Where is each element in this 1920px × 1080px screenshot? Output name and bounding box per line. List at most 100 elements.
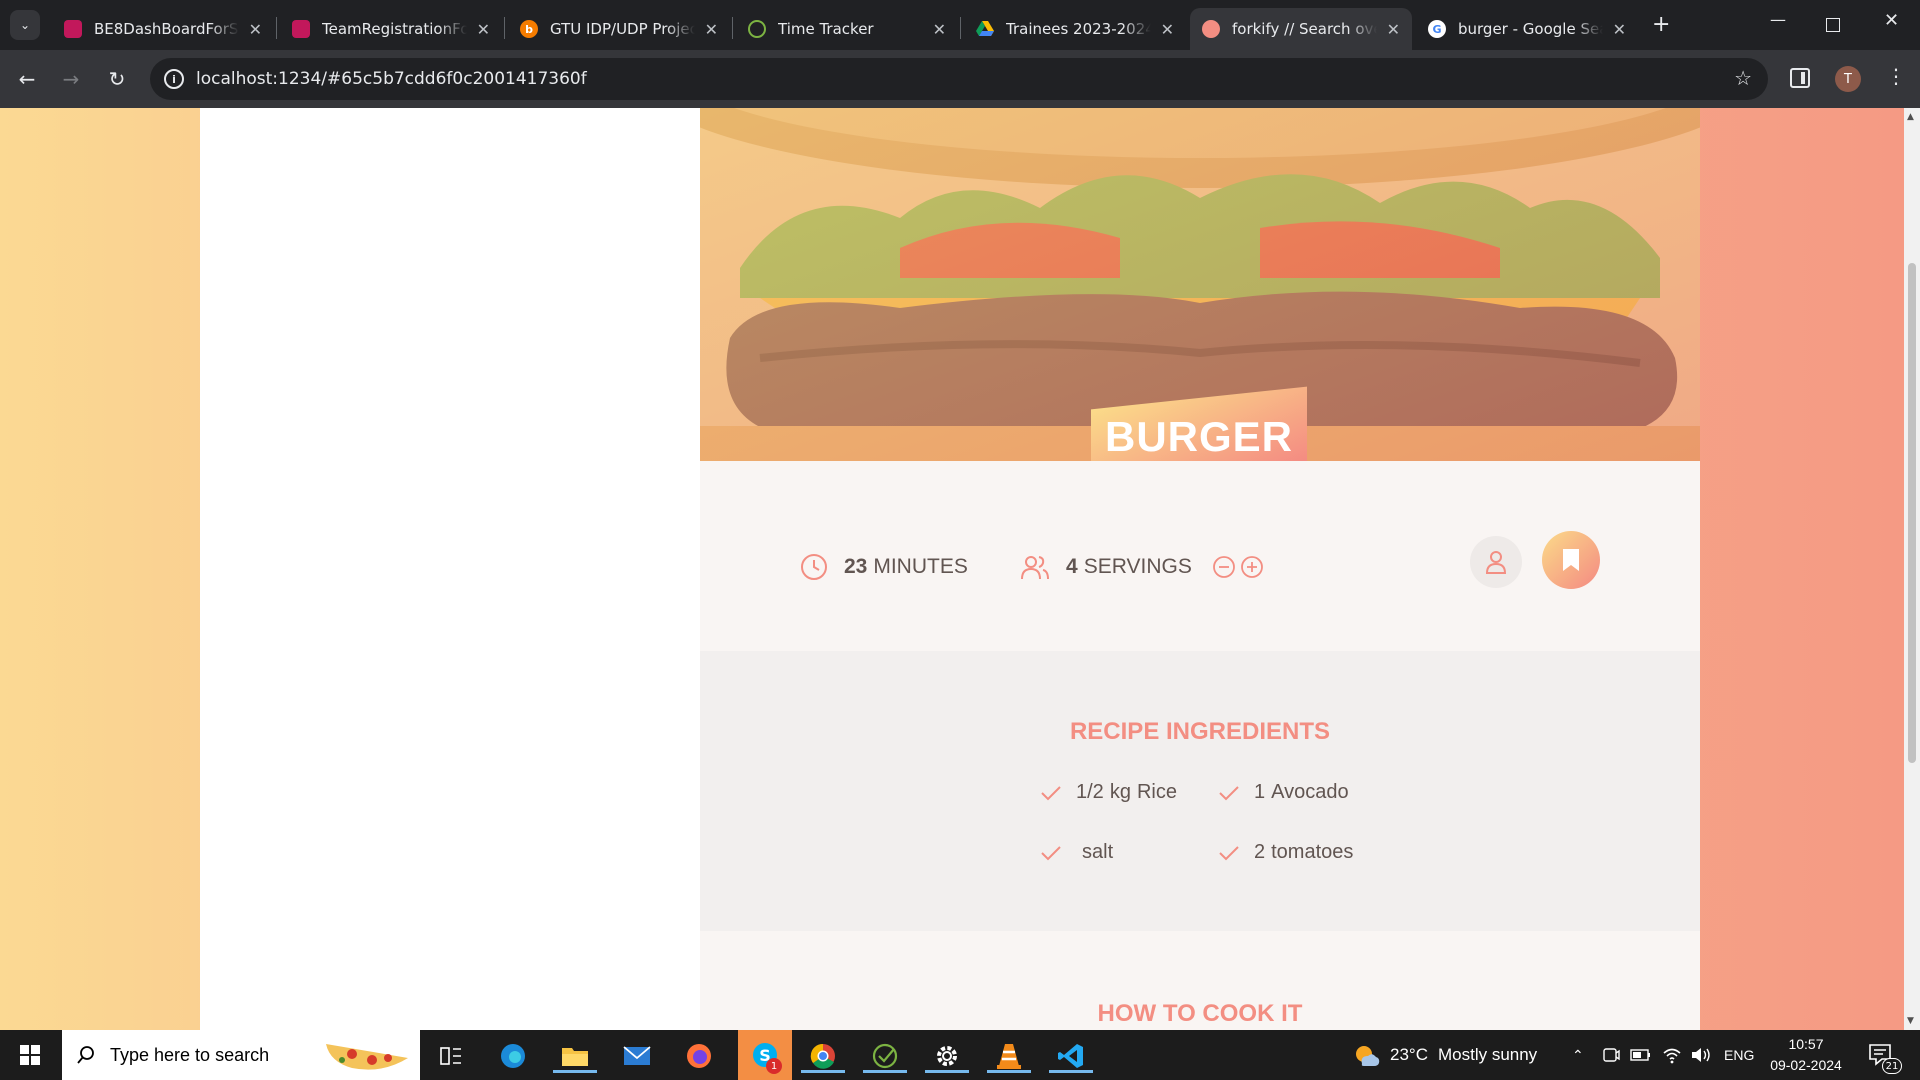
tab-close-icon[interactable]: ✕ [1387,20,1400,39]
browser-tab-strip: ⌄ BE8DashBoardForStudents ✕ TeamRegistra… [0,0,1920,50]
site-info-icon[interactable]: i [164,69,184,89]
vlc-icon[interactable] [987,1039,1031,1073]
recipe-title: BURGER [1104,413,1293,461]
user-generated-icon [1470,536,1522,588]
tab-title: GTU IDP/UDP Project [550,20,695,38]
ingredient-description: Avocado [1271,781,1349,803]
tab-title: burger - Google Search [1458,20,1603,38]
chevron-up-icon[interactable]: ⌃ [1572,1030,1584,1080]
tab-google-search[interactable]: G burger - Google Search ✕ [1416,8,1638,50]
forkify-app-container: BURGER 23 MINUTES 4 SERVINGS RECIPE INGR… [200,108,1700,1030]
ingredient-description: tomatoes [1271,841,1354,863]
tab-search-button[interactable]: ⌄ [10,10,40,40]
tab-title: BE8DashBoardForStudents [94,20,239,38]
ingredient-quantity: 1/2 [1076,781,1104,803]
close-window-icon[interactable]: ✕ [1884,10,1899,31]
tab-favicon-icon [748,20,766,38]
notification-count-badge: 21 [1882,1058,1902,1074]
bookmark-star-icon[interactable]: ☆ [1734,66,1752,90]
users-icon [1021,556,1049,580]
weather-temp: 23°C [1390,1045,1428,1064]
scrollbar-thumb[interactable] [1908,263,1916,763]
time-tracker-icon[interactable] [863,1039,907,1073]
side-panel-icon[interactable] [1790,68,1810,88]
wifi-icon[interactable] [1662,1030,1682,1080]
ingredient-unit: kg [1109,781,1131,803]
browser-toolbar: ← → ↻ i localhost:1234/#65c5b7cdd6f0c200… [0,50,1920,108]
tab-close-icon[interactable]: ✕ [249,20,262,39]
taskbar-search-placeholder[interactable]: Type here to search [110,1045,269,1066]
windows-taskbar: Type here to search S 1 23°C Mostly sunn… [0,1030,1920,1080]
google-icon: G [1428,20,1446,38]
servings-info: 4 SERVINGS [1020,553,1264,581]
ingredient-item: 1/2 kg Rice [1040,781,1177,804]
taskbar-search[interactable]: Type here to search [62,1030,420,1080]
forward-icon[interactable]: → [56,64,86,94]
firefox-icon[interactable] [682,1039,716,1073]
tab-close-icon[interactable]: ✕ [705,20,718,39]
tab-close-icon[interactable]: ✕ [477,20,490,39]
tab-title: TeamRegistrationForIDP [322,20,467,38]
language-indicator[interactable]: ENG [1724,1030,1754,1080]
address-bar[interactable]: i localhost:1234/#65c5b7cdd6f0c200141736… [150,58,1768,100]
increase-servings-icon[interactable] [1240,555,1264,579]
bookmark-button[interactable] [1542,531,1600,589]
tab-close-icon[interactable]: ✕ [1161,20,1174,39]
restore-icon[interactable] [1826,18,1840,32]
weather-text: Mostly sunny [1437,1045,1538,1064]
minimize-icon[interactable]: — [1770,10,1786,29]
volume-icon[interactable] [1690,1030,1712,1080]
ingredient-description: salt [1082,841,1114,863]
new-tab-button[interactable]: + [1652,12,1670,37]
chrome-icon[interactable] [801,1039,845,1073]
recipe-image: BURGER [700,108,1700,461]
tab-time-tracker[interactable]: Time Tracker ✕ [736,8,958,50]
skype-icon[interactable]: S 1 [738,1030,792,1080]
reload-icon[interactable]: ↻ [102,64,132,94]
file-explorer-icon[interactable] [553,1039,597,1073]
mail-icon[interactable] [620,1039,654,1073]
task-view-icon[interactable] [434,1039,468,1073]
ingredient-item: 1 Avocado [1218,781,1349,804]
profile-avatar[interactable]: T [1835,66,1861,92]
check-icon [1041,785,1061,800]
url-text[interactable]: localhost:1234/#65c5b7cdd6f0c2001417360f [196,69,587,89]
more-menu-icon[interactable]: ⋮ [1886,64,1906,88]
tab-favicon-icon: b [520,20,538,38]
tab-google-drive-trainees[interactable]: Trainees 2023-2024 - ✕ [964,8,1186,50]
battery-icon[interactable] [1630,1030,1652,1080]
tab-close-icon[interactable]: ✕ [933,20,946,39]
weather-widget[interactable]: 23°C Mostly sunny [1352,1030,1537,1080]
tab-gtu-idp[interactable]: b GTU IDP/UDP Project ✕ [508,8,730,50]
recipe-ingredients: RECIPE INGREDIENTS 1/2 kg Rice 1 Avocado… [700,651,1700,931]
tab-team-registration[interactable]: TeamRegistrationForIDP ✕ [280,8,502,50]
meet-now-icon[interactable] [1602,1030,1620,1080]
check-icon [1041,845,1061,860]
search-icon [77,1046,94,1064]
google-drive-icon [976,20,994,38]
decrease-servings-icon[interactable] [1212,555,1236,579]
scroll-up-icon[interactable]: ▲ [1907,112,1914,122]
ingredient-item: 2 tomatoes [1218,841,1353,864]
settings-icon[interactable] [925,1039,969,1073]
tab-title: Time Tracker [778,20,874,38]
tab-close-icon[interactable]: ✕ [1613,20,1626,39]
weather-sun-cloud-icon [1356,1046,1380,1066]
windows-start-icon[interactable] [20,1045,40,1065]
page-scrollbar[interactable]: ▲ ▼ [1904,108,1920,1030]
tab-forkify[interactable]: forkify // Search over ✕ [1190,8,1412,50]
bookmark-icon [1563,549,1579,571]
tab-be8-dashboard[interactable]: BE8DashBoardForStudents ✕ [52,8,274,50]
skype-badge: 1 [766,1058,782,1074]
system-clock[interactable]: 10:57 09-02-2024 [1766,1034,1846,1076]
tab-title: forkify // Search over [1232,20,1377,38]
forkify-favicon-icon [1202,20,1220,38]
back-icon[interactable]: ← [12,64,42,94]
clock-time: 10:57 [1788,1036,1824,1052]
ingredient-item: salt [1040,841,1113,864]
recipe-details: 23 MINUTES 4 SERVINGS [700,461,1700,651]
scroll-down-icon[interactable]: ▼ [1907,1016,1914,1026]
servings-value: 4 [1066,555,1078,578]
edge-icon[interactable] [496,1039,530,1073]
vscode-icon[interactable] [1049,1039,1093,1073]
